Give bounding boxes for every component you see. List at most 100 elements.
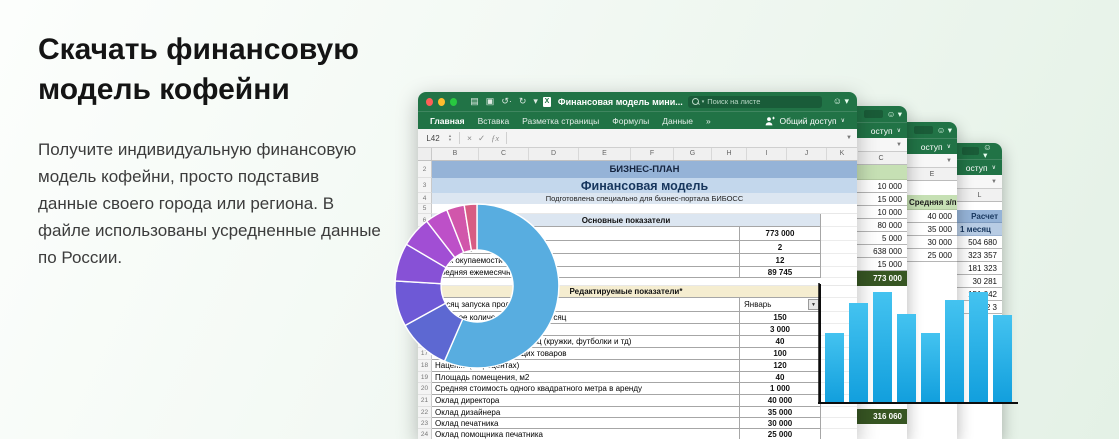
redo-icon[interactable]: ↻ [519, 97, 527, 106]
share-chevron-icon: ∨ [841, 117, 845, 124]
sheet-row-20: 20Средняя стоимость одного квадратного м… [418, 383, 857, 395]
insert-function-icon[interactable]: ƒx [491, 133, 499, 143]
feedback-smiley-icon[interactable]: ☺ ▾ [887, 110, 902, 118]
sheet-row-15: 15Средний чек с 1 клиента3 000 [418, 324, 857, 336]
formula-bar-expand-icon[interactable]: ▼ [946, 158, 952, 164]
column-header-B[interactable]: B [432, 148, 479, 160]
ribbon-tabs-overflow[interactable]: » [706, 116, 711, 126]
ribbon-tab-4[interactable]: Формулы [612, 116, 649, 126]
name-box[interactable]: L42 [418, 134, 448, 143]
workbook-icon[interactable]: ▤ [470, 97, 479, 106]
save-icon[interactable]: ▣ [486, 97, 495, 106]
value-cell: 15 000 [855, 193, 907, 206]
ribbon-toggle-icon[interactable]: ▾ [533, 97, 538, 106]
undo-icon[interactable]: ↺· [501, 97, 512, 106]
row-number[interactable]: 6 [418, 214, 432, 227]
feedback-smiley-icon[interactable]: ☺ ▾ [983, 143, 997, 159]
value-cell: 638 000 [855, 245, 907, 258]
row-number[interactable]: 16 [418, 336, 432, 348]
column-header-I[interactable]: I [747, 148, 787, 160]
feedback-smiley-icon[interactable]: ☺ ▾ [937, 126, 952, 134]
formula-bar-expand-icon[interactable]: ▼ [846, 135, 852, 141]
share-label: Общий доступ [779, 116, 836, 126]
row-number[interactable]: 5 [418, 204, 432, 214]
formula-bar-expand-icon[interactable]: ▼ [991, 179, 997, 185]
row-number[interactable]: 19 [418, 372, 432, 383]
row-number[interactable]: 4 [418, 193, 432, 204]
sheet-row-16: 16Количество товаров в месяц (кружки, фу… [418, 336, 857, 348]
column-header-C: C [855, 152, 907, 165]
ribbon-tab-5[interactable]: Данные [662, 116, 693, 126]
ribbon-tab-2[interactable]: Вставка [478, 116, 510, 126]
table-outer-border [819, 284, 821, 404]
column-header-H[interactable]: H [712, 148, 747, 160]
banner-cell: БИЗНЕС-ПЛАН [432, 161, 857, 178]
value-cell: 323 357 [957, 249, 1002, 262]
filler-cells [855, 424, 907, 439]
row-number[interactable]: 21 [418, 395, 432, 407]
column-header-E[interactable]: E [579, 148, 631, 160]
namebox-stepper[interactable]: ▲▼ [448, 134, 452, 142]
row-number[interactable]: 8 [418, 241, 432, 254]
green-cell: Средняя з/п [907, 195, 957, 210]
row-number[interactable]: 17 [418, 348, 432, 360]
row-number[interactable]: 22 [418, 407, 432, 418]
value-cell: Январь▼ [739, 298, 821, 312]
row-number[interactable]: 11 [418, 278, 432, 286]
row-number[interactable]: 24 [418, 429, 432, 439]
row-number[interactable]: 10 [418, 267, 432, 278]
window-titlebar: ☺ ▾ [907, 122, 957, 138]
sheet-row-12: 12Редактируемые показатели* [418, 286, 857, 298]
column-header-D[interactable]: D [529, 148, 579, 160]
confirm-formula-icon[interactable]: ✓ [478, 133, 485, 144]
excel-window: ▤ ▣ ↺· ↻ ▾ X Финансовая модель мини... ▾… [418, 92, 857, 439]
value-cell: 40 000 [739, 395, 821, 407]
column-header-F[interactable]: F [631, 148, 674, 160]
formula-bar: L42 ▲▼ × ✓ ƒx ▼ [418, 129, 857, 148]
label-cell: Оклад директора [432, 395, 739, 407]
feedback-smiley-icon[interactable]: ☺ ▾ [833, 96, 849, 107]
ribbon-tab-3[interactable]: Разметка страницы [522, 116, 599, 126]
column-header-C[interactable]: C [479, 148, 529, 160]
share-button[interactable]: Общий доступ ∨ [765, 116, 845, 126]
row-number[interactable]: 15 [418, 324, 432, 336]
value-cell: 25 000 [739, 429, 821, 439]
row-number[interactable]: 3 [418, 178, 432, 193]
row-number[interactable]: 7 [418, 227, 432, 241]
label-cell: Стоимость сопутствующих товаров [432, 348, 739, 360]
close-window-button[interactable] [426, 98, 433, 106]
section-header-cell: Редактируемые показатели* [432, 286, 821, 298]
label-cell: Средняя ежемесячная прибыль [432, 267, 739, 278]
row-number[interactable]: 12 [418, 286, 432, 298]
label-cell: Количество товаров в месяц (кружки, футб… [432, 336, 739, 348]
column-header-K[interactable]: K [827, 148, 858, 160]
cancel-formula-icon[interactable]: × [467, 133, 472, 143]
value-cell: 5 000 [855, 232, 907, 245]
row-number[interactable]: 9 [418, 254, 432, 267]
row-number[interactable]: 13 [418, 298, 432, 312]
fullscreen-window-button[interactable] [450, 98, 457, 106]
column-header-J[interactable]: J [787, 148, 827, 160]
sheet-row-22: 22Оклад дизайнера35 000 [418, 407, 857, 418]
select-all-corner[interactable] [418, 148, 432, 160]
sheet-row-8: 8Точка безубыточности2 [418, 241, 857, 254]
column-header-G[interactable]: G [674, 148, 712, 160]
ribbon-tab-1[interactable]: Главная [430, 116, 465, 126]
row-number[interactable]: 20 [418, 383, 432, 395]
filler-cells [957, 202, 1002, 210]
background-excel-window-3: ☺ ▾оступ∨▼EСредняя з/п40 00035 00030 000… [907, 122, 957, 439]
row-number[interactable]: 14 [418, 312, 432, 324]
formula-bar: ▼ [907, 154, 957, 168]
sheet-search-input[interactable]: ▾ Поиск на листе [688, 96, 822, 108]
background-excel-window-2: ☺ ▾оступ∨▼C10 00015 00010 00080 0005 000… [855, 106, 907, 439]
dropdown-button[interactable]: ▼ [808, 299, 819, 310]
minimize-window-button[interactable] [438, 98, 445, 106]
row-number[interactable]: 2 [418, 161, 432, 178]
row-number[interactable]: 18 [418, 360, 432, 372]
sheet-row-18: 18Наценка (в процентах)120 [418, 360, 857, 372]
window-titlebar: ☺ ▾ [957, 143, 1002, 159]
filler-cells [907, 181, 957, 195]
row-number[interactable]: 23 [418, 418, 432, 429]
formula-bar-expand-icon[interactable]: ▼ [896, 142, 902, 148]
search-placeholder: Поиск на листе [707, 97, 760, 106]
